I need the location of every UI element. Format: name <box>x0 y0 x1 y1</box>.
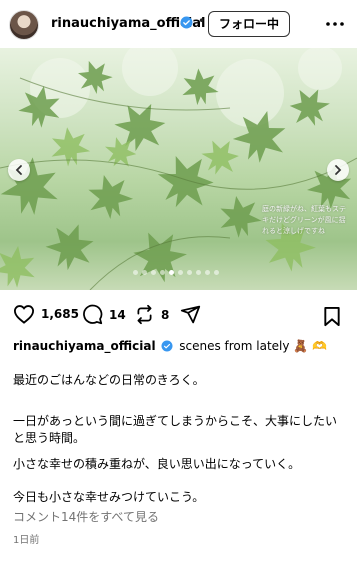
verified-badge-icon <box>161 340 173 352</box>
caption-headline: scenes from lately <box>179 339 290 353</box>
post-photo[interactable]: 庭の新緑がね、紅葉もステキだけどグリーンが風に揺れると涼しげですね <box>0 48 357 290</box>
repost-action[interactable]: 8 <box>134 304 169 325</box>
more-options-icon[interactable] <box>325 14 345 34</box>
post-timestamp: 1日前 <box>13 535 40 546</box>
repost-icon[interactable] <box>134 304 155 325</box>
carousel-dot <box>187 270 192 275</box>
following-button[interactable]: フォロー中 <box>208 11 290 37</box>
chevron-right-icon <box>335 165 342 175</box>
caption-paragraph: 小さな幸せの積み重ねが、良い思い出になっていく。 <box>13 457 301 471</box>
comment-action[interactable]: 14 <box>82 304 126 325</box>
verified-badge-icon <box>180 16 193 29</box>
previous-slide-button[interactable] <box>8 159 30 181</box>
caption-emoji: 🧸 <box>293 339 309 353</box>
maple-leaves-image <box>0 48 357 290</box>
caption-header: rinauchiyama_official scenes from lately… <box>13 338 348 355</box>
share-action[interactable] <box>180 304 201 325</box>
like-action[interactable]: 1,685 <box>13 304 79 324</box>
caption-paragraph: 最近のごはんなどの日常のきろく。 <box>13 373 205 387</box>
repost-count: 8 <box>161 307 170 322</box>
caption-paragraph: 今日も小さな幸せみつけていこう。 <box>13 490 205 504</box>
photo-overlay-text: 庭の新緑がね、紅葉もステキだけどグリーンが風に揺れると涼しげですね <box>262 205 346 235</box>
carousel-dot <box>178 270 183 275</box>
chevron-left-icon <box>15 165 22 175</box>
carousel-dot <box>205 270 210 275</box>
caption-trailing-emoji: 🫶 <box>312 339 328 353</box>
next-slide-button[interactable] <box>327 159 349 181</box>
bookmark-icon[interactable] <box>323 306 341 327</box>
heart-icon[interactable] <box>13 304 35 324</box>
comment-bubble-icon[interactable] <box>82 304 103 325</box>
carousel-dot <box>160 270 165 275</box>
carousel-dot <box>196 270 201 275</box>
carousel-dot <box>133 270 138 275</box>
like-count: 1,685 <box>41 307 79 321</box>
caption-paragraph: 一日があっという間に過ぎてしまうからこそ、大事にしたいと思う時間。 <box>13 414 338 445</box>
separator-dot: • <box>198 14 206 28</box>
carousel-dot <box>214 270 219 275</box>
send-icon[interactable] <box>180 304 201 325</box>
comment-count: 14 <box>109 307 126 322</box>
action-bar: 1,685 14 8 <box>0 296 357 330</box>
caption-username[interactable]: rinauchiyama_official <box>13 339 156 353</box>
carousel-dot <box>169 270 174 275</box>
avatar[interactable] <box>9 10 39 40</box>
carousel-dot <box>151 270 156 275</box>
post-header: rinauchiyama_official • フォロー中 <box>0 0 357 48</box>
view-all-comments-link[interactable]: コメント14件をすべて見る <box>13 508 159 525</box>
carousel-dot <box>142 270 147 275</box>
carousel-indicator <box>133 270 219 275</box>
